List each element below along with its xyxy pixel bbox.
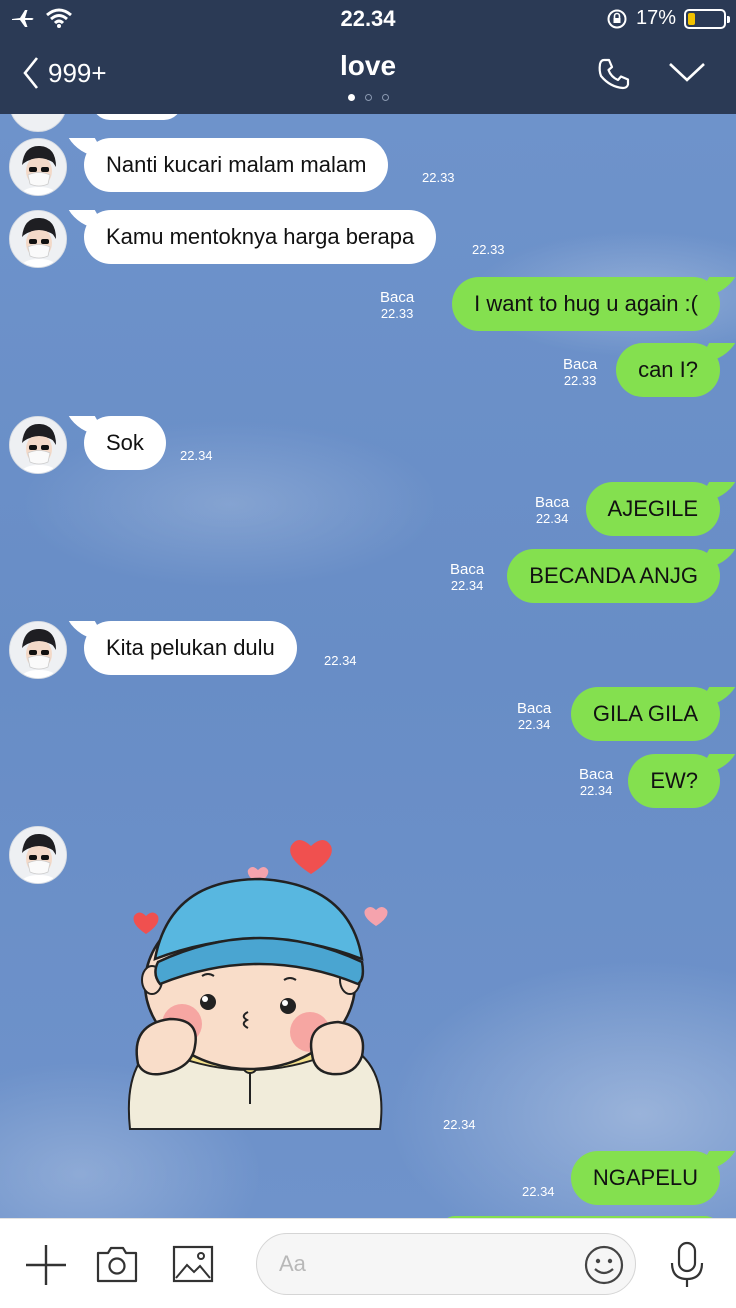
message-time: 22.33 xyxy=(422,170,455,185)
message-time: 22.34 xyxy=(324,653,357,668)
message-list[interactable]: Nanti kucari malam malam 22.33 Kamu ment… xyxy=(0,114,736,1218)
emoji-icon[interactable] xyxy=(583,1244,625,1286)
message-bubble-outgoing[interactable]: GILA GILA xyxy=(570,687,720,741)
message-input-box[interactable] xyxy=(256,1233,636,1295)
status-bar: 22.34 17% xyxy=(0,0,736,40)
message-read-status: Baca 22.34 xyxy=(450,561,485,594)
microphone-icon[interactable] xyxy=(668,1241,706,1289)
message-time: 22.34 xyxy=(443,1117,476,1132)
avatar[interactable] xyxy=(9,826,67,884)
battery-percent: 17% xyxy=(635,7,676,29)
page-dot xyxy=(381,94,389,101)
page-dot xyxy=(347,94,355,101)
message-read-status: Baca 22.34 xyxy=(517,700,552,733)
plus-icon[interactable] xyxy=(24,1243,68,1287)
message-bubble-incoming[interactable]: Sok xyxy=(84,416,166,470)
chat-header: 22.34 17% 999+ love xyxy=(0,0,736,114)
page-dot xyxy=(364,94,372,101)
message-bubble-incoming[interactable]: Kita pelukan dulu xyxy=(84,621,297,675)
image-icon[interactable] xyxy=(172,1245,214,1283)
message-bubble-outgoing[interactable]: AJEGILE xyxy=(585,482,720,536)
message-bubble-outgoing[interactable]: EW? xyxy=(628,754,720,808)
message-time: 22.34 xyxy=(180,448,213,463)
avatar[interactable] xyxy=(9,138,67,196)
message-bubble-outgoing[interactable]: I want to hug u again :( xyxy=(452,277,720,331)
message-read-status: Baca 22.33 xyxy=(563,356,598,389)
message-time: 22.33 xyxy=(472,242,505,257)
message-bubble-incoming[interactable]: Nanti kucari malam malam xyxy=(84,138,389,192)
message-time: 22.34 xyxy=(522,1184,555,1199)
message-read-status: Baca 22.34 xyxy=(535,494,570,527)
message-read-status: Baca 22.34 xyxy=(579,766,614,799)
blushing-baby-sticker[interactable] xyxy=(100,834,400,1134)
composer-bar xyxy=(0,1218,736,1308)
battery-icon xyxy=(684,8,730,29)
page-indicator xyxy=(0,94,736,101)
orientation-lock-icon xyxy=(607,9,627,28)
message-input[interactable] xyxy=(279,1234,579,1294)
message-bubble-incoming[interactable]: Kamu mentoknya harga berapa xyxy=(84,210,437,264)
phone-icon[interactable] xyxy=(596,56,632,92)
avatar[interactable] xyxy=(9,416,67,474)
camera-icon[interactable] xyxy=(96,1245,138,1283)
message-bubble-outgoing[interactable]: NGAPELU xyxy=(570,1151,720,1205)
message-bubble-outgoing[interactable]: can I? xyxy=(616,343,720,397)
message-bubble-outgoing[interactable]: BECANDA ANJG xyxy=(507,549,720,603)
message-read-status: Baca 22.33 xyxy=(380,289,415,322)
message-bubble-partial xyxy=(92,114,182,120)
avatar[interactable] xyxy=(9,210,67,268)
chevron-down-icon[interactable] xyxy=(668,60,706,84)
avatar[interactable] xyxy=(9,621,67,679)
avatar[interactable] xyxy=(9,114,67,132)
